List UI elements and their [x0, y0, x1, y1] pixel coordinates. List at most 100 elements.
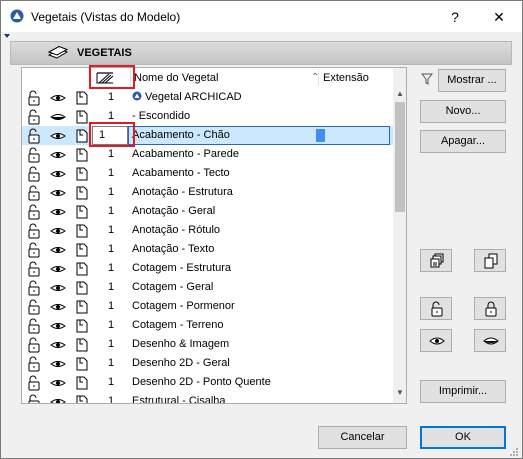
scroll-thumb[interactable] [395, 102, 405, 212]
unlock-icon[interactable] [26, 128, 42, 144]
hide-layer-button[interactable] [474, 329, 506, 352]
eye-icon[interactable] [50, 204, 66, 220]
unlock-button[interactable] [420, 297, 452, 320]
eye-icon[interactable] [50, 280, 66, 296]
list-item[interactable]: 1 Desenho & Imagem [22, 335, 393, 354]
unlock-icon[interactable] [26, 223, 42, 239]
list-item[interactable]: 1 Anotação - Estrutura [22, 183, 393, 202]
list-item[interactable]: 1 Vegetal ARCHICAD [22, 88, 393, 107]
help-button[interactable]: ? [439, 6, 471, 28]
eye-icon[interactable] [50, 166, 66, 182]
eye-icon[interactable] [50, 128, 66, 144]
lock-button[interactable] [474, 297, 506, 320]
list-item[interactable]: 1 Cotagem - Terreno [22, 316, 393, 335]
eye-icon[interactable] [50, 356, 66, 372]
list-item[interactable]: 1 Anotação - Texto [22, 240, 393, 259]
wireframe-doc-icon[interactable] [74, 242, 90, 258]
layer-list[interactable]: Nome do Vegetal ⌃ Extensão 1 Vegetal ARCH… [21, 67, 407, 404]
scroll-down-icon[interactable]: ▼ [395, 388, 405, 398]
new-button[interactable]: Novo... [420, 100, 506, 123]
unlock-icon[interactable] [26, 166, 42, 182]
delete-button[interactable]: Apagar... [420, 130, 506, 153]
list-item[interactable]: 1 Desenho 2D - Ponto Quente [22, 373, 393, 392]
wireframe-doc-icon[interactable] [74, 356, 90, 372]
ok-button[interactable]: OK [420, 426, 506, 449]
show-button[interactable]: Mostrar ... [438, 69, 506, 92]
unlock-icon[interactable] [26, 204, 42, 220]
wireframe-doc-icon[interactable] [74, 204, 90, 220]
vertical-scrollbar[interactable]: ▲ ▼ [393, 68, 406, 403]
unlock-icon[interactable] [26, 261, 42, 277]
eye-icon[interactable] [50, 299, 66, 315]
unlock-icon[interactable] [26, 185, 42, 201]
wireframe-doc-icon[interactable] [74, 166, 90, 182]
wireframe-doc-icon[interactable] [74, 375, 90, 391]
unlock-icon[interactable] [26, 394, 42, 403]
wireframe-doc-icon[interactable] [74, 280, 90, 296]
wireframe-doc-icon[interactable] [74, 394, 90, 403]
hidden-eye-icon[interactable] [50, 109, 66, 125]
list-item[interactable]: 1 Anotação - Rótulo [22, 221, 393, 240]
eye-icon[interactable] [50, 242, 66, 258]
list-item[interactable]: 1 Anotação - Geral [22, 202, 393, 221]
archicad-layer-icon [132, 91, 145, 103]
extension-swatch[interactable] [316, 129, 325, 142]
intersection-number: 1 [108, 186, 115, 198]
print-button[interactable]: Imprimir... [420, 380, 506, 403]
unlock-icon[interactable] [26, 318, 42, 334]
unlock-icon[interactable] [26, 375, 42, 391]
wireframe-doc-icon[interactable] [74, 185, 90, 201]
unlock-icon[interactable] [26, 109, 42, 125]
collapse-arrow-icon[interactable] [4, 34, 10, 38]
wireframe-doc-icon[interactable] [74, 318, 90, 334]
list-item[interactable]: 1 Acabamento - Parede [22, 145, 393, 164]
unlock-icon[interactable] [26, 147, 42, 163]
list-item[interactable]: 1 - Escondido [22, 107, 393, 126]
wireframe-doc-icon[interactable] [74, 223, 90, 239]
list-item[interactable]: 1 Desenho 2D - Geral [22, 354, 393, 373]
unlock-icon[interactable] [26, 337, 42, 353]
unlock-icon[interactable] [26, 356, 42, 372]
eye-icon[interactable] [50, 375, 66, 391]
eye-icon[interactable] [50, 147, 66, 163]
wireframe-doc-icon[interactable] [74, 147, 90, 163]
list-item[interactable]: 1 Cotagem - Estrutura [22, 259, 393, 278]
list-item[interactable]: 1 Cotagem - Pormenor [22, 297, 393, 316]
list-item[interactable]: 1 Acabamento - Chão [22, 126, 393, 145]
unlock-icon[interactable] [26, 90, 42, 106]
show-layer-button[interactable] [420, 329, 452, 352]
header-name[interactable]: Nome do Vegetal [134, 72, 218, 84]
intersection-number: 1 [108, 319, 115, 331]
scroll-up-icon[interactable]: ▲ [395, 89, 405, 99]
wireframe-doc-icon[interactable] [74, 337, 90, 353]
eye-icon[interactable] [50, 318, 66, 334]
header-extension[interactable]: Extensão [323, 72, 369, 84]
list-item[interactable]: 1 Acabamento - Tecto [22, 164, 393, 183]
section-band: VEGETAIS [10, 41, 512, 65]
cancel-button[interactable]: Cancelar [318, 426, 407, 449]
layer-combination-button[interactable] [420, 249, 452, 272]
resize-grip-icon[interactable] [509, 447, 519, 457]
unlock-icon[interactable] [26, 299, 42, 315]
wireframe-doc-icon[interactable] [74, 109, 90, 125]
layer-name: Anotação - Estrutura [132, 186, 233, 198]
eye-icon[interactable] [50, 261, 66, 277]
list-item[interactable]: 1 Cotagem - Geral [22, 278, 393, 297]
close-button[interactable]: ✕ [483, 6, 515, 28]
eye-icon[interactable] [50, 337, 66, 353]
intersection-number: 1 [108, 110, 115, 122]
unlock-icon[interactable] [26, 242, 42, 258]
wireframe-doc-icon[interactable] [74, 261, 90, 277]
list-item[interactable]: 1 Estrutural - Cisalha [22, 392, 393, 403]
eye-icon[interactable] [50, 223, 66, 239]
layer-name-text: Desenho 2D - Ponto Quente [132, 376, 271, 388]
wireframe-doc-icon[interactable] [74, 299, 90, 315]
eye-icon[interactable] [50, 394, 66, 403]
wireframe-doc-icon[interactable] [74, 90, 90, 106]
copy-layers-button[interactable] [474, 249, 506, 272]
layer-name: Cotagem - Geral [132, 281, 213, 293]
eye-icon[interactable] [50, 90, 66, 106]
eye-icon[interactable] [50, 185, 66, 201]
wireframe-doc-icon[interactable] [74, 128, 90, 144]
unlock-icon[interactable] [26, 280, 42, 296]
